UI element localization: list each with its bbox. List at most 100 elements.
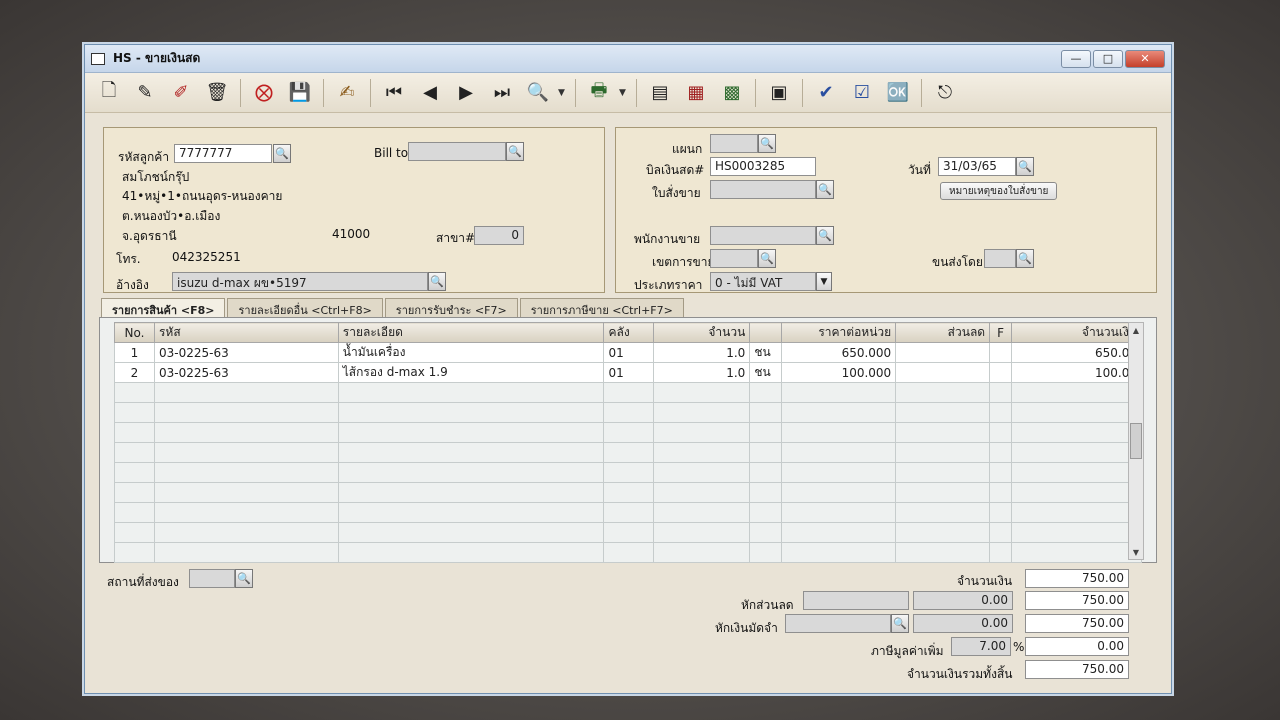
department-field[interactable] xyxy=(710,134,758,153)
last-record-icon[interactable]: ⏭ xyxy=(486,78,518,108)
col-code[interactable]: รหัส xyxy=(153,322,339,343)
col-discount[interactable]: ส่วนลด xyxy=(895,322,991,343)
cell-discount[interactable] xyxy=(895,362,991,383)
table-row-empty[interactable] xyxy=(114,502,1142,523)
bill-number-field[interactable]: HS0003285 xyxy=(710,157,816,176)
cell-unit[interactable]: ชน xyxy=(749,362,783,383)
branch-field[interactable]: 0 xyxy=(474,226,524,245)
approve-icon[interactable]: ✍ xyxy=(331,78,363,108)
sales-order-note-button[interactable]: หมายเหตุของใบสั่งขาย xyxy=(940,182,1058,200)
search-icon[interactable]: 🔍 xyxy=(816,226,834,245)
vat-rate-field[interactable]: 7.00 xyxy=(951,637,1011,656)
shipping-by-field[interactable] xyxy=(984,249,1016,268)
search-icon[interactable]: 🔍 xyxy=(758,134,776,153)
table-row-empty[interactable] xyxy=(114,522,1142,543)
salesman-field[interactable] xyxy=(710,226,816,245)
export-icon[interactable]: ▤ xyxy=(644,78,676,108)
col-quantity[interactable]: จำนวน xyxy=(653,322,751,343)
table-row-empty[interactable] xyxy=(114,402,1142,423)
calculator-icon[interactable]: ▩ xyxy=(716,78,748,108)
col-warehouse[interactable]: คลัง xyxy=(603,322,655,343)
search-icon[interactable]: 🔍 xyxy=(816,180,834,199)
search-icon[interactable]: 🔍 xyxy=(1016,249,1034,268)
search-icon[interactable]: 🔍 xyxy=(506,142,524,161)
scroll-thumb[interactable] xyxy=(1130,423,1142,459)
maximize-button[interactable]: □ xyxy=(1093,49,1123,68)
cell-unit-price[interactable]: 100.000 xyxy=(781,362,897,383)
ok-confirm-icon[interactable]: 🆗 xyxy=(882,78,914,108)
date-field[interactable]: 31/03/65 xyxy=(938,157,1016,176)
vertical-scrollbar[interactable]: ▲ ▼ xyxy=(1128,322,1144,560)
table-row-empty[interactable] xyxy=(114,542,1142,563)
ship-place-field[interactable] xyxy=(189,569,235,588)
search-dropdown-icon[interactable]: ▼ xyxy=(558,88,568,98)
table-row-empty[interactable] xyxy=(114,422,1142,443)
cell-no[interactable]: 2 xyxy=(114,362,155,383)
cell-description[interactable]: ไส้กรอง d-max 1.9 xyxy=(337,362,605,383)
deposit-input[interactable] xyxy=(785,614,891,633)
new-icon[interactable]: 🗋 xyxy=(93,78,125,108)
tab-payments[interactable]: รายการรับชำระ <F7> xyxy=(384,298,518,317)
cancel-doc-icon[interactable]: ✐ xyxy=(165,78,197,108)
search-icon[interactable]: 🔍 xyxy=(273,144,291,163)
cell-flag[interactable] xyxy=(989,342,1013,363)
chevron-down-icon[interactable]: ▼ xyxy=(816,272,832,291)
cell-quantity[interactable]: 1.0 xyxy=(653,342,751,363)
cell-flag[interactable] xyxy=(989,362,1013,383)
cell-amount[interactable]: 100.00 xyxy=(1011,362,1142,383)
search-doc-icon[interactable]: 🔍 xyxy=(522,78,554,108)
col-amount[interactable]: จำนวนเงิน xyxy=(1011,322,1142,343)
table-row[interactable]: 2 03-0225-63 ไส้กรอง d-max 1.9 01 1.0 ชน… xyxy=(114,362,1142,383)
cell-unit-price[interactable]: 650.000 xyxy=(781,342,897,363)
cell-quantity[interactable]: 1.0 xyxy=(653,362,751,383)
col-unit[interactable] xyxy=(749,322,783,343)
reference-field[interactable]: isuzu d-max ผข•5197 xyxy=(172,272,428,291)
cell-amount[interactable]: 650.00 xyxy=(1011,342,1142,363)
cell-code[interactable]: 03-0225-63 xyxy=(153,362,339,383)
save-icon[interactable]: 💾 xyxy=(284,78,316,108)
cell-discount[interactable] xyxy=(895,342,991,363)
ok-box-icon[interactable]: ☑ xyxy=(846,78,878,108)
edit-icon[interactable]: ✎ xyxy=(129,78,161,108)
sales-order-field[interactable] xyxy=(710,180,816,199)
col-description[interactable]: รายละเอียด xyxy=(337,322,605,343)
cell-warehouse[interactable]: 01 xyxy=(603,342,655,363)
next-record-icon[interactable]: ▶ xyxy=(450,78,482,108)
table-row-empty[interactable] xyxy=(114,442,1142,463)
search-icon[interactable]: 🔍 xyxy=(891,614,909,633)
previous-record-icon[interactable]: ◀ xyxy=(414,78,446,108)
billto-field[interactable] xyxy=(408,142,506,161)
search-icon[interactable]: 🔍 xyxy=(235,569,253,588)
close-circle-icon[interactable]: ⨂ xyxy=(248,78,280,108)
col-no[interactable]: No. xyxy=(114,322,155,343)
ok-check-icon[interactable]: ✔ xyxy=(810,78,842,108)
first-record-icon[interactable]: ⏮ xyxy=(378,78,410,108)
ok-user-icon[interactable]: ▣ xyxy=(763,78,795,108)
calendar-search-icon[interactable]: 🔍 xyxy=(1016,157,1034,176)
cell-code[interactable]: 03-0225-63 xyxy=(153,342,339,363)
print-dropdown-icon[interactable]: ▼ xyxy=(619,88,629,98)
col-unit-price[interactable]: ราคาต่อหน่วย xyxy=(781,322,897,343)
print-icon[interactable]: 🖶 xyxy=(583,78,615,108)
report-icon[interactable]: ▦ xyxy=(680,78,712,108)
minimize-button[interactable]: — xyxy=(1061,49,1091,68)
col-flag[interactable]: F xyxy=(989,322,1013,343)
cell-no[interactable]: 1 xyxy=(114,342,155,363)
scroll-down-icon[interactable]: ▼ xyxy=(1129,545,1143,559)
table-row-empty[interactable] xyxy=(114,482,1142,503)
table-row[interactable]: 1 03-0225-63 น้ำมันเครื่อง 01 1.0 ชน 650… xyxy=(114,342,1142,363)
table-row-empty[interactable] xyxy=(114,382,1142,403)
search-icon[interactable]: 🔍 xyxy=(428,272,446,291)
delete-icon[interactable]: 🗑 xyxy=(201,78,233,108)
discount-input[interactable] xyxy=(803,591,909,610)
tab-items[interactable]: รายการสินค้า <F8> xyxy=(101,298,226,317)
tab-other-details[interactable]: รายละเอียดอื่น <Ctrl+F8> xyxy=(227,298,383,317)
price-type-select[interactable]: 0 - ไม่มี VAT xyxy=(710,272,816,291)
cell-description[interactable]: น้ำมันเครื่อง xyxy=(337,342,605,363)
tab-sales-tax[interactable]: รายการภาษีขาย <Ctrl+F7> xyxy=(519,298,684,317)
search-icon[interactable]: 🔍 xyxy=(758,249,776,268)
cell-warehouse[interactable]: 01 xyxy=(603,362,655,383)
cell-unit[interactable]: ชน xyxy=(749,342,783,363)
close-button[interactable]: ✕ xyxy=(1125,49,1165,68)
sales-area-field[interactable] xyxy=(710,249,758,268)
